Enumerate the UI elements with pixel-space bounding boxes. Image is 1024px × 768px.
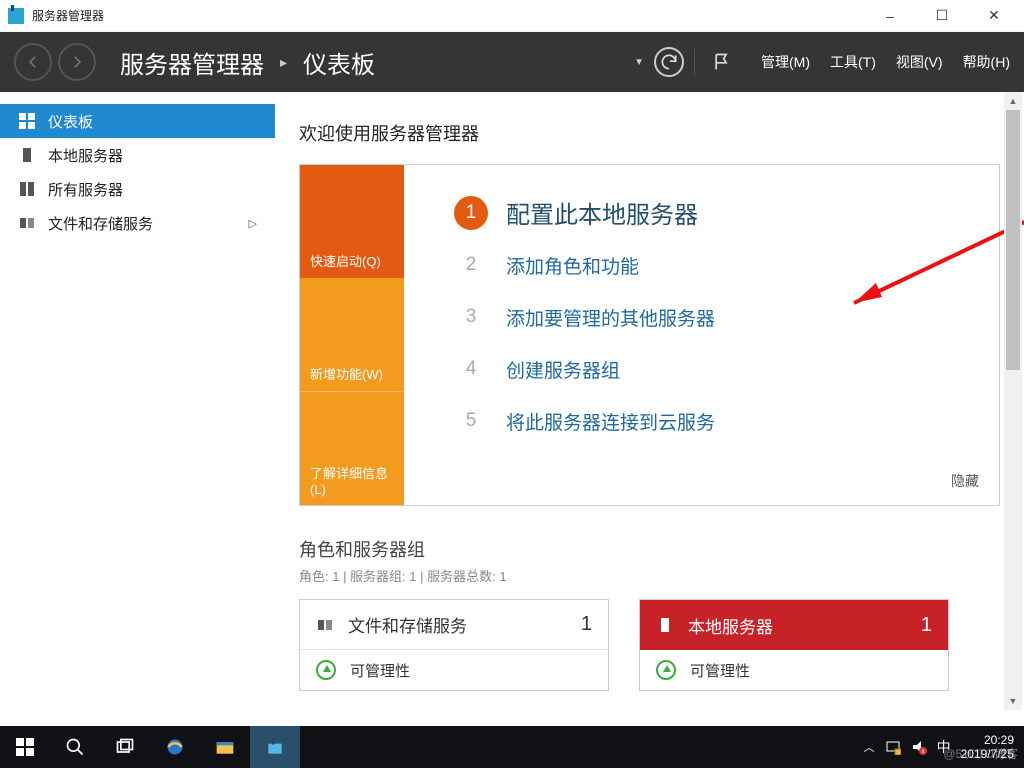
step-label: 添加角色和功能 xyxy=(506,252,639,279)
servers-icon xyxy=(18,180,36,198)
step-number-icon: 3 xyxy=(454,300,488,334)
tile-file-storage[interactable]: 文件和存储服务 1 可管理性 xyxy=(299,599,609,691)
chevron-right-icon: ▷ xyxy=(249,217,257,230)
roles-section: 角色和服务器组 角色: 1 | 服务器组: 1 | 服务器总数: 1 文件和存储… xyxy=(299,536,1000,691)
quickstart-tabs: 快速启动(Q) 新增功能(W) 了解详细信息(L) xyxy=(300,165,404,505)
app-body: 仪表板 本地服务器 所有服务器 文件和存储服务 ▷ 欢迎使用服务器管理器 快速启 xyxy=(0,92,1024,726)
sidebar-item-local-server[interactable]: 本地服务器 xyxy=(0,138,275,172)
scroll-down-icon[interactable]: ▼ xyxy=(1004,692,1022,710)
scroll-up-icon[interactable]: ▲ xyxy=(1004,92,1022,110)
watermark: @51CTO博客 xyxy=(943,747,1018,761)
scroll-thumb[interactable] xyxy=(1006,110,1020,370)
tile-local-server[interactable]: 本地服务器 1 可管理性 xyxy=(639,599,949,691)
header-divider xyxy=(694,49,695,75)
maximize-button[interactable]: ☐ xyxy=(928,4,956,28)
network-icon[interactable] xyxy=(885,739,901,755)
step-number-icon: 4 xyxy=(454,352,488,386)
roles-subtitle: 角色: 1 | 服务器组: 1 | 服务器总数: 1 xyxy=(299,566,1000,585)
sidebar-item-label: 所有服务器 xyxy=(48,179,123,200)
volume-icon[interactable]: x xyxy=(911,739,927,755)
vertical-scrollbar[interactable]: ▲ ▼ xyxy=(1004,92,1022,710)
sidebar-item-dashboard[interactable]: 仪表板 xyxy=(0,104,275,138)
app-icon xyxy=(8,8,24,24)
svg-text:x: x xyxy=(921,749,924,755)
step-number-icon: 5 xyxy=(454,404,488,438)
dashboard-icon xyxy=(18,112,36,130)
app-header: 服务器管理器 ▸ 仪表板 ▼ 管理(M) 工具(T) 视图(V) 帮助(H) xyxy=(0,32,1024,92)
step-add-roles[interactable]: 2 添加角色和功能 xyxy=(454,248,985,282)
welcome-title: 欢迎使用服务器管理器 xyxy=(299,120,1000,146)
tile-count: 1 xyxy=(921,614,932,637)
tile-count: 1 xyxy=(581,613,592,636)
tab-learnmore[interactable]: 了解详细信息(L) xyxy=(300,391,404,505)
roles-title: 角色和服务器组 xyxy=(299,536,1000,562)
explorer-button[interactable] xyxy=(200,726,250,768)
sidebar-item-all-servers[interactable]: 所有服务器 xyxy=(0,172,275,206)
step-label: 配置此本地服务器 xyxy=(506,195,698,230)
window-titlebar: 服务器管理器 – ☐ ✕ xyxy=(0,0,1024,32)
step-configure-local[interactable]: 1 配置此本地服务器 xyxy=(454,195,985,230)
status-up-icon xyxy=(316,660,336,680)
roles-tiles: 文件和存储服务 1 可管理性 本地服务器 1 xyxy=(299,599,1000,691)
tile-row-manageability[interactable]: 可管理性 xyxy=(640,650,948,690)
breadcrumb-app[interactable]: 服务器管理器 xyxy=(120,45,264,80)
tile-row-manageability[interactable]: 可管理性 xyxy=(300,650,608,690)
storage-icon xyxy=(316,616,334,634)
breadcrumb-dropdown-icon[interactable]: ▼ xyxy=(634,57,644,68)
clock-time: 20:29 xyxy=(961,733,1014,747)
main-content: 欢迎使用服务器管理器 快速启动(Q) 新增功能(W) 了解详细信息(L) 1 配… xyxy=(275,92,1024,726)
taskbar-clock[interactable]: 20:29 2019/7/25 @51CTO博客 xyxy=(961,733,1014,761)
sidebar-item-label: 文件和存储服务 xyxy=(48,213,153,234)
hide-link[interactable]: 隐藏 xyxy=(951,471,979,491)
step-label: 将此服务器连接到云服务 xyxy=(506,408,715,435)
menu-view[interactable]: 视图(V) xyxy=(896,52,943,72)
start-button[interactable] xyxy=(0,726,50,768)
quickstart-steps: 1 配置此本地服务器 2 添加角色和功能 3 添加要管理的其他服务器 4 创建服… xyxy=(404,165,999,505)
close-button[interactable]: ✕ xyxy=(980,4,1008,28)
server-icon xyxy=(18,146,36,164)
breadcrumb-separator-icon: ▸ xyxy=(280,54,287,71)
menu-help[interactable]: 帮助(H) xyxy=(963,52,1010,72)
sidebar: 仪表板 本地服务器 所有服务器 文件和存储服务 ▷ xyxy=(0,92,275,726)
sidebar-item-label: 仪表板 xyxy=(48,111,93,132)
server-manager-taskbar-button[interactable] xyxy=(250,726,300,768)
step-connect-cloud[interactable]: 5 将此服务器连接到云服务 xyxy=(454,404,985,438)
tile-title: 文件和存储服务 xyxy=(348,612,467,637)
server-icon xyxy=(656,616,674,634)
tray-chevron-icon[interactable]: ︿ xyxy=(864,739,875,755)
tile-row-label: 可管理性 xyxy=(350,660,410,681)
refresh-icon[interactable] xyxy=(654,47,684,77)
step-label: 创建服务器组 xyxy=(506,356,620,383)
nav-forward-button[interactable] xyxy=(58,43,96,81)
step-add-servers[interactable]: 3 添加要管理的其他服务器 xyxy=(454,300,985,334)
tab-whatsnew[interactable]: 新增功能(W) xyxy=(300,278,404,391)
storage-icon xyxy=(18,214,36,232)
step-number-icon: 1 xyxy=(454,196,488,230)
ie-button[interactable] xyxy=(150,726,200,768)
window-title: 服务器管理器 xyxy=(32,7,104,24)
search-button[interactable] xyxy=(50,726,100,768)
minimize-button[interactable]: – xyxy=(876,4,904,28)
taskview-button[interactable] xyxy=(100,726,150,768)
tile-title: 本地服务器 xyxy=(688,613,773,638)
sidebar-item-label: 本地服务器 xyxy=(48,145,123,166)
breadcrumb: 服务器管理器 ▸ 仪表板 xyxy=(120,45,375,80)
menu-manage[interactable]: 管理(M) xyxy=(761,52,810,72)
status-up-icon xyxy=(656,660,676,680)
breadcrumb-page[interactable]: 仪表板 xyxy=(303,45,375,80)
step-number-icon: 2 xyxy=(454,248,488,282)
taskbar: ︿ x 中 20:29 2019/7/25 @51CTO博客 xyxy=(0,726,1024,768)
menu-tools[interactable]: 工具(T) xyxy=(830,52,876,72)
sidebar-item-file-storage[interactable]: 文件和存储服务 ▷ xyxy=(0,206,275,240)
window-controls: – ☐ ✕ xyxy=(876,4,1016,28)
step-create-group[interactable]: 4 创建服务器组 xyxy=(454,352,985,386)
step-label: 添加要管理的其他服务器 xyxy=(506,304,715,331)
nav-back-button[interactable] xyxy=(14,43,52,81)
system-tray: ︿ x 中 20:29 2019/7/25 @51CTO博客 xyxy=(864,733,1024,761)
quickstart-panel: 快速启动(Q) 新增功能(W) 了解详细信息(L) 1 配置此本地服务器 2 添… xyxy=(299,164,1000,506)
header-menus: 管理(M) 工具(T) 视图(V) 帮助(H) xyxy=(761,52,1010,72)
tile-row-label: 可管理性 xyxy=(690,660,750,681)
tab-quickstart[interactable]: 快速启动(Q) xyxy=(300,165,404,278)
notifications-flag-icon[interactable] xyxy=(705,45,739,79)
